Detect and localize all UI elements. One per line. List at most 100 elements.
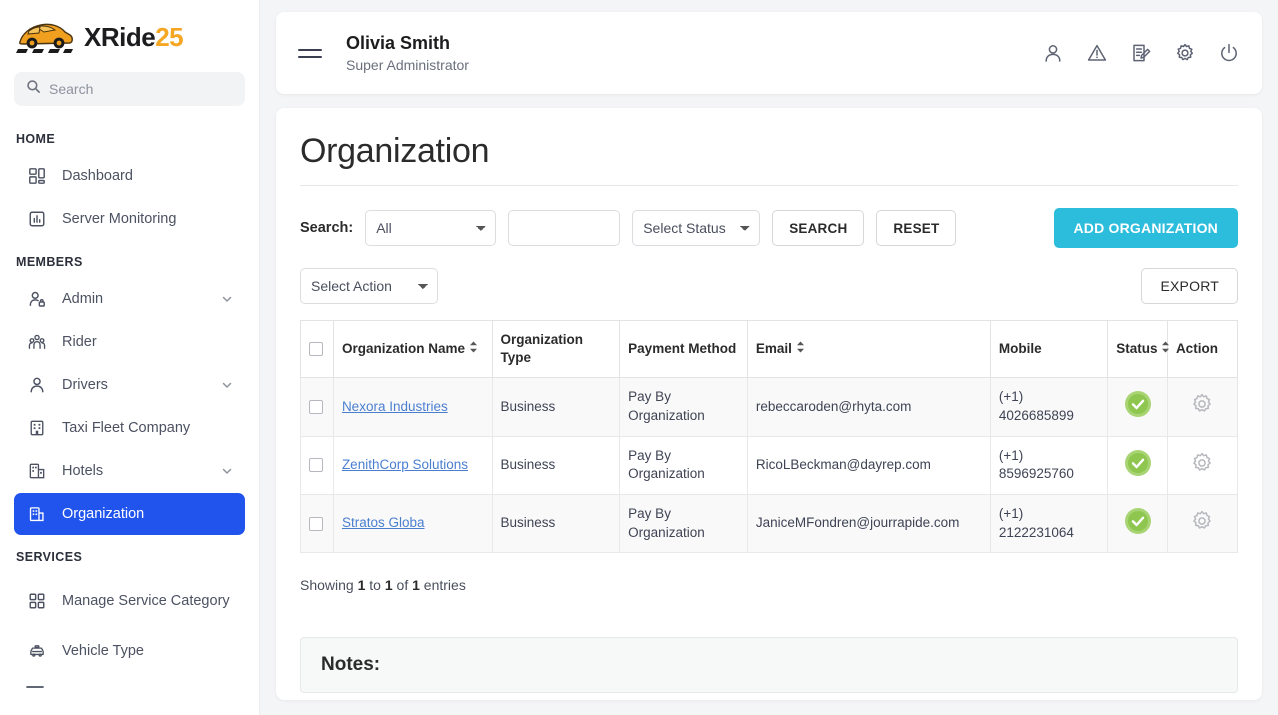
row-payment-cell: Pay By Organization [619,377,748,437]
alert-triangle-icon[interactable] [1086,42,1108,64]
row-email-cell: JaniceMFondren@jourrapide.com [746,493,991,554]
table-header-row: Organization Name Organization Type Paym… [300,319,1239,379]
row-action-cell [1166,435,1239,495]
column-header-status[interactable]: Status [1107,319,1170,379]
table-row: Nexora Industries Business Pay By Organi… [300,377,1239,437]
chevron-down-icon[interactable] [221,293,233,305]
sidebar-item-admin[interactable]: Admin [14,278,245,320]
table-row: Stratos Globa Business Pay By Organizati… [300,493,1239,554]
reset-button[interactable]: RESET [876,210,957,246]
export-button[interactable]: EXPORT [1141,268,1238,304]
search-label: Search: [300,220,354,236]
profile-icon[interactable] [1042,42,1064,64]
table-head: Organization Name Organization Type Paym… [300,319,1239,379]
row-name-cell: ZenithCorp Solutions [332,435,493,495]
row-checkbox[interactable] [309,516,323,531]
organization-card: Organization Search: All Select Status S… [276,108,1262,700]
add-organization-button[interactable]: ADD ORGANIZATION [1053,208,1238,248]
topbar: Olivia Smith Super Administrator [276,12,1262,94]
row-select-cell [300,435,334,495]
search-box[interactable] [14,72,245,106]
gear-icon[interactable] [1190,392,1214,422]
sidebar-section-members: MEMBERS [16,255,83,269]
row-status-cell [1107,377,1168,437]
sidebar-item-hotels[interactable]: Hotels [14,450,245,492]
search-query-input[interactable] [508,210,621,246]
user-name: Olivia Smith [346,33,451,54]
gear-icon[interactable] [1190,509,1214,539]
users-group-icon [26,331,48,353]
row-type-cell: Business [491,377,621,437]
car-icon [14,16,76,58]
hamburger-bar [298,48,322,51]
sidebar-search [0,66,259,118]
action-row: Select Action EXPORT [300,268,1238,304]
search-icon [26,79,41,99]
document-edit-icon[interactable] [1130,42,1152,64]
sidebar-item-vehicle-type[interactable]: Vehicle Type [14,630,245,672]
brand-logo[interactable]: XRide25 [0,0,259,66]
sidebar-item-label: Admin [62,290,104,307]
hotel-icon [26,460,48,482]
select-all-header [300,319,334,379]
gear-icon[interactable] [1190,451,1214,481]
column-header-payment: Payment Method [619,319,748,379]
organization-link[interactable]: ZenithCorp Solutions [342,457,468,472]
sidebar-item-organization[interactable]: Organization [14,493,245,535]
chevron-down-icon[interactable] [221,465,233,477]
sidebar-item-manage-service-category[interactable]: Manage Service Category [14,573,245,629]
check-circle-icon[interactable] [1124,507,1152,538]
brand-name-suffix: 25 [155,21,184,52]
column-header-email[interactable]: Email [746,319,991,379]
dashboard-grid-icon [26,165,48,187]
row-select-cell [300,377,334,437]
select-all-checkbox[interactable] [309,342,323,357]
sidebar-item-server-monitoring[interactable]: Server Monitoring [14,198,245,240]
filter-row: Search: All Select Status SEARCH RESET A… [300,208,1238,248]
search-scope-select[interactable]: All [365,210,497,246]
column-header-name[interactable]: Organization Name [332,319,493,379]
sidebar-item-label: Hotels [62,462,104,479]
check-circle-icon[interactable] [1124,391,1152,421]
entries-total: 1 [412,577,420,594]
hamburger-bar [298,55,322,58]
organization-table: Organization Name Organization Type Paym… [300,319,1239,554]
app-root: XRide25 HOME Dashboard [0,0,1278,715]
bar-chart-icon [26,208,48,230]
settings-gear-icon[interactable] [1174,42,1196,64]
row-action-cell [1166,377,1239,437]
sidebar-item-drivers[interactable]: Drivers [14,364,245,406]
check-circle-icon[interactable] [1124,449,1152,480]
select-action-dropdown[interactable]: Select Action [300,268,438,304]
sidebar-item-taxi-fleet-company[interactable]: Taxi Fleet Company [14,407,245,449]
status-filter-select[interactable]: Select Status [632,210,761,246]
brand-name: XRide25 [84,21,184,53]
organization-link[interactable]: Stratos Globa [342,515,425,530]
row-checkbox[interactable] [309,458,323,473]
sidebar-item-dashboard[interactable]: Dashboard [14,155,245,197]
row-name-cell: Stratos Globa [332,493,493,554]
column-label: Organization Name [341,341,465,357]
row-payment-cell: Pay By Organization [619,493,748,554]
row-status-cell [1107,435,1168,495]
chevron-down-icon[interactable] [221,379,233,391]
search-button[interactable]: SEARCH [772,210,865,246]
notes-panel: Notes: [300,637,1238,694]
row-action-cell [1166,493,1239,554]
sidebar-item-partial-cutoff[interactable] [0,676,259,694]
search-input[interactable] [49,81,233,97]
row-checkbox[interactable] [309,400,323,415]
entries-summary: Showing 1 to 1 of 1 entries [300,577,1238,593]
category-grid-icon [26,590,48,612]
sidebar-item-label: Rider [62,333,97,350]
main-content: Olivia Smith Super Administrator Organiz… [260,0,1278,715]
organization-link[interactable]: Nexora Industries [342,399,448,414]
sidebar-item-label: Organization [62,505,145,522]
hamburger-icon[interactable] [298,43,324,63]
sidebar-item-rider[interactable]: Rider [14,321,245,363]
sort-arrows-icon [796,340,805,358]
column-label: Status [1116,341,1158,357]
power-icon[interactable] [1218,42,1240,64]
entries-to: 1 [384,577,393,594]
sidebar-item-label: Vehicle Type [62,642,144,659]
